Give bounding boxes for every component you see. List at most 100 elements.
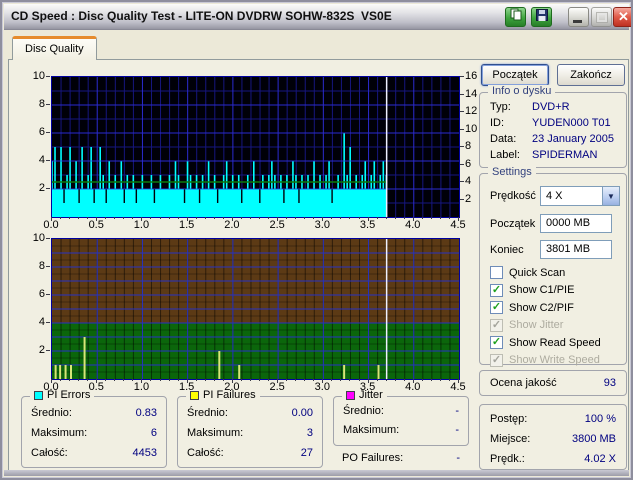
end-position-label: Koniec <box>490 244 524 256</box>
stat-value: 3 <box>306 427 313 439</box>
axis-tick <box>313 379 315 381</box>
axis-tick <box>213 379 215 381</box>
copy-report-button[interactable] <box>505 7 526 27</box>
checkbox-label: Show Jitter <box>509 319 564 331</box>
checkbox-show-read-speed[interactable]: ✓ Show Read Speed <box>490 336 620 349</box>
info-label: Label: <box>490 149 520 161</box>
axis-tick <box>150 379 152 381</box>
y-tick-label-right: 10 <box>465 122 478 135</box>
checkbox-box: ✓ <box>490 353 503 367</box>
axis-tick <box>458 379 459 383</box>
y-tick-label-right: 12 <box>465 105 478 117</box>
axis-tick <box>231 379 233 383</box>
checkbox-label: Show Write Speed <box>509 354 600 366</box>
axis-tick <box>204 379 206 381</box>
y-tick-label-left: 8 <box>38 98 45 110</box>
checkbox-box[interactable] <box>490 266 503 279</box>
speed-label: Prędkość <box>490 190 536 202</box>
settings-group: Settings Prędkość 4 X ▼ Początek 0000 MB… <box>479 166 627 367</box>
checkbox-box[interactable]: ✓ <box>490 336 503 349</box>
axis-tick <box>268 217 270 219</box>
quality-score-box: Ocena jakość 93 <box>479 370 627 396</box>
title-bar: CD Speed : Disc Quality Test - LITE-ON D… <box>4 4 631 30</box>
axis-tick <box>268 379 270 381</box>
axis-tick <box>460 128 464 130</box>
stop-button[interactable]: Zakończ <box>557 64 625 86</box>
axis-tick <box>358 217 360 219</box>
axis-tick <box>46 132 50 133</box>
info-value: DVD+R <box>532 101 570 113</box>
axis-tick <box>46 350 50 351</box>
axis-tick <box>439 379 441 381</box>
axis-tick <box>132 379 134 381</box>
y-tick-label-right: 8 <box>465 140 472 152</box>
y-tick-label-left: 8 <box>38 260 45 272</box>
axis-tick <box>195 217 197 219</box>
axis-tick <box>394 379 396 381</box>
stat-value: - <box>455 405 459 417</box>
close-button[interactable]: ✕ <box>613 7 631 27</box>
axis-tick <box>331 217 333 219</box>
axis-tick <box>141 379 143 383</box>
speed-combobox[interactable]: 4 X ▼ <box>540 186 620 206</box>
po-failures-row: PO Failures: - <box>342 452 460 467</box>
axis-tick <box>96 379 98 383</box>
tab-disc-quality[interactable]: Disc Quality <box>12 36 97 60</box>
checkbox-quick-scan[interactable]: Quick Scan <box>490 266 620 279</box>
axis-tick <box>403 217 405 219</box>
progress-box: Postęp: 100 % Miejsce: 3800 MB Prędk.: 4.02… <box>479 404 627 470</box>
checkbox-show-c1-pie[interactable]: ✓ Show C1/PIE <box>490 283 620 297</box>
pi-failures-panel: PI Failures Średnio: 0.00 Maksimum: 3 Cało… <box>177 389 323 468</box>
axis-tick <box>277 217 279 221</box>
checkbox-show-c2-pif[interactable]: ✓ Show C2/PIF <box>490 301 620 314</box>
chevron-down-icon[interactable]: ▼ <box>602 187 619 205</box>
maximize-button[interactable] <box>591 7 612 27</box>
quality-score-value: 93 <box>603 377 616 389</box>
y-tick-label-right: 6 <box>465 157 472 170</box>
axis-tick <box>286 217 288 219</box>
axis-tick <box>295 217 297 219</box>
axis-tick <box>304 217 306 219</box>
axis-tick <box>259 217 261 219</box>
axis-tick <box>195 379 197 381</box>
axis-tick <box>150 217 152 219</box>
save-button[interactable] <box>531 7 552 27</box>
checkbox-box[interactable]: ✓ <box>490 283 503 297</box>
axis-tick <box>222 217 224 219</box>
minimize-button[interactable] <box>568 7 589 27</box>
axis-tick <box>277 379 279 383</box>
stat-value: 6 <box>150 427 157 439</box>
axis-tick <box>367 217 369 221</box>
axis-tick <box>114 217 116 219</box>
axis-tick <box>249 217 251 219</box>
axis-tick <box>460 181 464 182</box>
pi-errors-chart-canvas <box>51 77 459 217</box>
stat-label: PO Failures: <box>342 452 404 464</box>
axis-tick <box>313 217 315 219</box>
progress-value: 3800 MB <box>571 433 616 445</box>
axis-tick <box>286 379 288 381</box>
axis-tick <box>340 379 342 381</box>
axis-tick <box>460 111 464 112</box>
start-position-field[interactable]: 0000 MB <box>540 214 612 233</box>
axis-tick <box>385 379 387 381</box>
checkbox-box[interactable]: ✓ <box>490 301 503 314</box>
checkbox-label: Quick Scan <box>509 266 566 279</box>
stat-label: Średnio: <box>343 405 384 417</box>
progress-label: Prędk.: <box>490 453 525 465</box>
axis-tick <box>460 146 464 147</box>
stat-label: Całość: <box>187 447 224 459</box>
start-button[interactable]: Początek <box>481 64 549 86</box>
info-label: ID: <box>490 117 505 129</box>
stat-label: Maksimum: <box>187 427 244 439</box>
quality-score-label: Ocena jakość <box>490 377 557 389</box>
end-position-field[interactable]: 3801 MB <box>540 240 612 259</box>
axis-tick <box>340 217 342 219</box>
pi-failures-chart-canvas <box>52 239 459 379</box>
y-tick-label-left: 10 <box>32 70 45 82</box>
axis-tick <box>105 217 107 219</box>
axis-tick <box>259 379 261 381</box>
axis-tick <box>60 379 62 381</box>
axis-tick <box>322 217 324 221</box>
stat-value: 4453 <box>132 447 157 459</box>
